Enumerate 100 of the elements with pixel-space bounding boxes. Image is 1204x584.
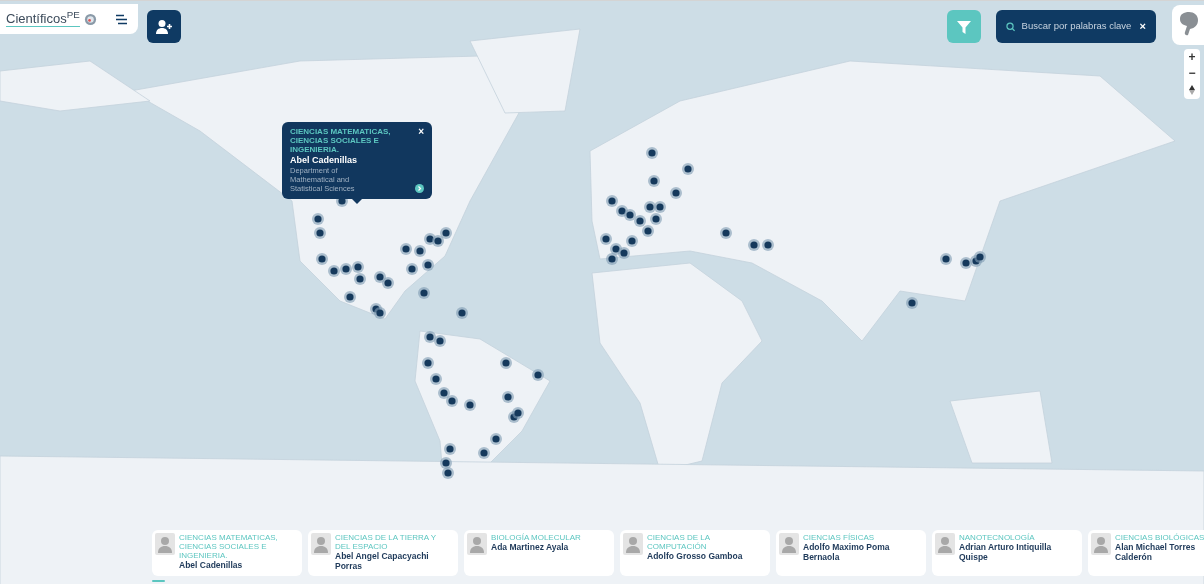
map-marker[interactable] xyxy=(682,163,694,175)
map-marker[interactable] xyxy=(340,263,352,275)
map-marker[interactable] xyxy=(374,307,386,319)
scientist-card[interactable]: BIOLOGÍA MOLECULAR Ada Martinez Ayala xyxy=(464,530,614,576)
zoom-out-button[interactable]: − xyxy=(1188,65,1196,81)
map-marker[interactable] xyxy=(906,297,918,309)
map-marker[interactable] xyxy=(374,271,386,283)
map-marker[interactable] xyxy=(440,227,452,239)
map-marker[interactable] xyxy=(512,407,524,419)
map-marker[interactable] xyxy=(422,357,434,369)
map-marker[interactable] xyxy=(624,209,636,221)
map-marker[interactable] xyxy=(352,261,364,273)
map-marker[interactable] xyxy=(618,247,630,259)
map-marker[interactable] xyxy=(440,457,452,469)
avatar-placeholder-icon xyxy=(311,533,331,555)
map-marker[interactable] xyxy=(432,235,444,247)
scientist-card[interactable]: CIENCIAS DE LA COMPUTACIÓN Adolfo Grosso Gamboa xyxy=(620,530,770,576)
filter-icon xyxy=(956,18,972,35)
map-marker[interactable] xyxy=(940,253,952,265)
map-marker[interactable] xyxy=(646,147,658,159)
popup-category: CIENCIAS MATEMATICAS, CIENCIAS SOCIALES E INGENIERIA. xyxy=(290,127,392,154)
card-category: NANOTECNOLOGÍA xyxy=(959,533,1036,542)
map-marker[interactable] xyxy=(418,287,430,299)
map-marker[interactable] xyxy=(354,273,366,285)
scientist-card[interactable]: CIENCIAS FÍSICAS Adolfo Maximo Poma Bernaola xyxy=(776,530,926,576)
map-marker[interactable] xyxy=(654,201,666,213)
map-marker[interactable] xyxy=(748,239,760,251)
map-marker[interactable] xyxy=(644,201,656,213)
avatar-placeholder-icon xyxy=(467,533,487,555)
compass-icon[interactable] xyxy=(1189,85,1195,95)
card-name: Alan Michael Torres Calderón xyxy=(1115,542,1197,562)
map-marker[interactable] xyxy=(312,213,324,225)
clear-search-button[interactable]: × xyxy=(1139,18,1146,35)
popup-name: Abel Cadenillas xyxy=(290,155,359,166)
map-marker[interactable] xyxy=(762,239,774,251)
map-marker[interactable] xyxy=(422,259,434,271)
card-name: Abel Cadenillas xyxy=(179,560,244,570)
scientist-card[interactable]: CIENCIAS BIOLÓGICAS Alan Michael Torres Calderón xyxy=(1088,530,1204,576)
avatar-placeholder-icon xyxy=(779,533,799,555)
map-marker[interactable] xyxy=(464,399,476,411)
map-marker[interactable] xyxy=(616,205,628,217)
map-marker[interactable] xyxy=(720,227,732,239)
map-marker[interactable] xyxy=(328,265,340,277)
avatar-placeholder-icon xyxy=(935,533,955,555)
map-marker[interactable] xyxy=(316,253,328,265)
avatar-panel[interactable] xyxy=(1172,5,1204,45)
map-marker[interactable] xyxy=(600,233,612,245)
menu-icon[interactable] xyxy=(114,13,128,25)
map-marker[interactable] xyxy=(442,467,454,479)
map-marker[interactable] xyxy=(500,357,512,369)
map-marker[interactable] xyxy=(444,443,456,455)
map-marker[interactable] xyxy=(502,391,514,403)
map-marker[interactable] xyxy=(430,373,442,385)
add-user-button[interactable] xyxy=(147,10,181,43)
map-marker[interactable] xyxy=(434,335,446,347)
map-marker[interactable] xyxy=(478,447,490,459)
map-marker[interactable] xyxy=(446,395,458,407)
map-marker[interactable] xyxy=(960,257,972,269)
map-marker[interactable] xyxy=(400,243,412,255)
zoom-in-button[interactable]: + xyxy=(1188,49,1196,65)
logo-text[interactable]: Científicos$^{PE}$ xyxy=(6,11,80,27)
map-marker[interactable] xyxy=(344,291,356,303)
arrow-button-icon[interactable] xyxy=(415,184,424,193)
add-user-icon xyxy=(155,18,173,35)
avatar-placeholder-icon xyxy=(623,533,643,555)
card-category: CIENCIAS FÍSICAS xyxy=(803,533,876,542)
avatar-placeholder-icon xyxy=(1091,533,1111,555)
map-marker[interactable] xyxy=(634,215,646,227)
map-marker[interactable] xyxy=(642,225,654,237)
card-name: Adrian Arturo Intiquilla Quispe xyxy=(959,542,1053,562)
scientist-card[interactable]: CIENCIAS MATEMATICAS, CIENCIAS SOCIALES E INGENIERIA. Abel Cadenillas xyxy=(152,530,302,576)
avatar-placeholder-icon xyxy=(155,533,175,555)
map-marker[interactable] xyxy=(406,263,418,275)
map-marker[interactable] xyxy=(670,187,682,199)
scientist-card[interactable]: NANOTECNOLOGÍA Adrian Arturo Intiquilla Quispe xyxy=(932,530,1082,576)
map-marker[interactable] xyxy=(314,227,326,239)
close-button[interactable]: × xyxy=(418,127,424,136)
scientist-card[interactable]: CIENCIAS DE LA TIERRA Y DEL ESPACIO Abel Angel Capacyachi Porras xyxy=(308,530,458,576)
card-name: Adolfo Maximo Poma Bernaola xyxy=(803,542,891,562)
map-marker[interactable] xyxy=(606,253,618,265)
map-marker[interactable] xyxy=(606,195,618,207)
card-name: Adolfo Grosso Gamboa xyxy=(647,551,744,561)
map-marker[interactable] xyxy=(424,331,436,343)
search-input[interactable]: Buscar por palabras clave xyxy=(1021,19,1134,34)
map-marker[interactable] xyxy=(490,433,502,445)
card-name: Abel Angel Capacyachi Porras xyxy=(335,551,430,571)
card-category: BIOLOGÍA MOLECULAR xyxy=(491,533,582,542)
map-marker[interactable] xyxy=(456,307,468,319)
map-marker[interactable] xyxy=(424,233,436,245)
search-icon xyxy=(1006,21,1016,32)
map-marker[interactable] xyxy=(438,387,450,399)
map-marker[interactable] xyxy=(650,213,662,225)
search-field[interactable]: Buscar por palabras clave × xyxy=(996,10,1156,43)
map-marker[interactable] xyxy=(414,245,426,257)
map-marker[interactable] xyxy=(974,251,986,263)
map-marker[interactable] xyxy=(532,369,544,381)
map-marker[interactable] xyxy=(648,175,660,187)
map-marker[interactable] xyxy=(626,235,638,247)
map-marker[interactable] xyxy=(382,277,394,289)
map-marker[interactable] xyxy=(610,243,622,255)
